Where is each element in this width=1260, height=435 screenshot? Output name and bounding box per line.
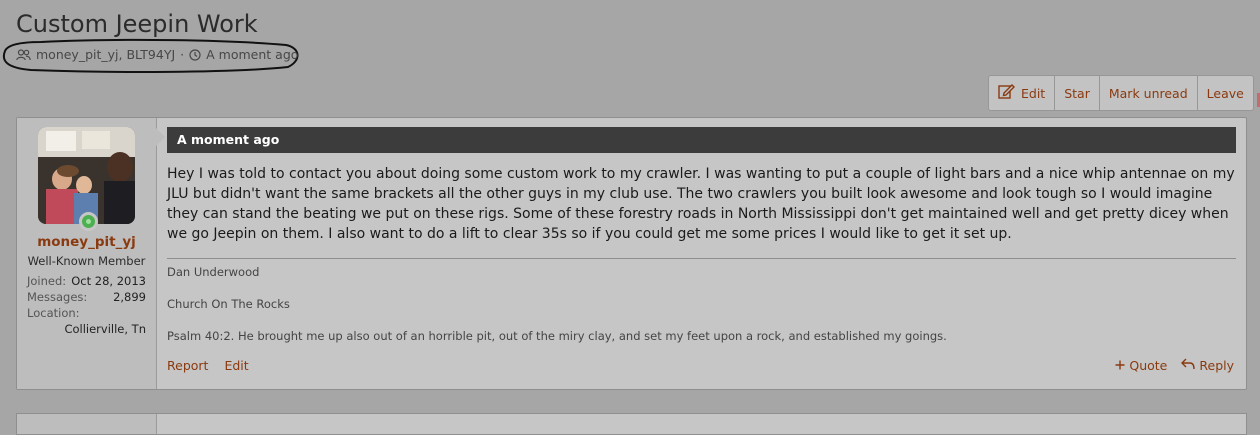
leave-button[interactable]: Leave [1198, 76, 1253, 110]
stat-messages: Messages: 2,899 [27, 289, 146, 305]
post-body: Hey I was told to contact you about doin… [167, 166, 1235, 242]
next-message-user-column [17, 414, 157, 434]
stat-joined-value: Oct 28, 2013 [71, 274, 146, 288]
thread-time[interactable]: A moment ago [206, 47, 298, 62]
signature-divider [167, 258, 1236, 259]
thread-meta: money_pit_yj, BLT94YJ · A moment ago [16, 47, 298, 62]
next-message-post [16, 413, 1247, 435]
signature-line: Psalm 40:2. He brought me up also out of… [167, 329, 947, 343]
stat-location: Location: [27, 305, 146, 321]
thread-title: Custom Jeepin Work [16, 10, 258, 38]
quote-button[interactable]: Quote [1115, 358, 1167, 373]
users-icon [16, 48, 31, 61]
username-link[interactable]: money_pit_yj [17, 234, 156, 250]
stat-location-label: Location: [27, 306, 80, 320]
post-actions-left: Report Edit [167, 358, 249, 373]
report-link[interactable]: Report [167, 358, 208, 373]
stat-messages-label: Messages: [27, 290, 88, 304]
edit-thread-label: Edit [1021, 85, 1046, 101]
signature-line: Church On The Rocks [167, 297, 290, 311]
user-column-arrow [156, 128, 165, 146]
edit-thread-button[interactable]: Edit [989, 76, 1056, 110]
participants-link[interactable]: money_pit_yj, BLT94YJ [36, 47, 175, 62]
reply-icon [1181, 358, 1196, 373]
message-user-column: money_pit_yj Well-Known Member Joined: O… [17, 118, 157, 389]
message-post: money_pit_yj Well-Known Member Joined: O… [16, 117, 1247, 390]
post-actions-right: Quote Reply [1115, 358, 1234, 373]
stat-messages-value: 2,899 [113, 290, 146, 304]
clock-icon [189, 48, 201, 61]
stat-joined: Joined: Oct 28, 2013 [27, 273, 146, 289]
edit-icon [998, 84, 1015, 102]
reply-label: Reply [1199, 358, 1234, 373]
edit-post-link[interactable]: Edit [224, 358, 248, 373]
meta-separator: · [180, 47, 185, 62]
avatar[interactable] [38, 127, 135, 224]
reply-button[interactable]: Reply [1181, 358, 1234, 373]
online-status-indicator [79, 212, 98, 231]
post-timestamp-bar[interactable]: A moment ago [167, 127, 1236, 153]
user-stats: Joined: Oct 28, 2013 Messages: 2,899 Loc… [27, 273, 146, 337]
signature-line: Dan Underwood [167, 265, 260, 279]
stat-location-value: Collierville, Tn [64, 322, 146, 336]
mark-unread-button[interactable]: Mark unread [1100, 76, 1198, 110]
thread-toolbar: Edit Star Mark unread Leave [988, 75, 1254, 111]
stat-joined-label: Joined: [27, 274, 67, 288]
plus-icon [1115, 358, 1125, 373]
quote-label: Quote [1129, 358, 1168, 373]
user-title: Well-Known Member [27, 254, 146, 268]
star-button[interactable]: Star [1055, 76, 1100, 110]
